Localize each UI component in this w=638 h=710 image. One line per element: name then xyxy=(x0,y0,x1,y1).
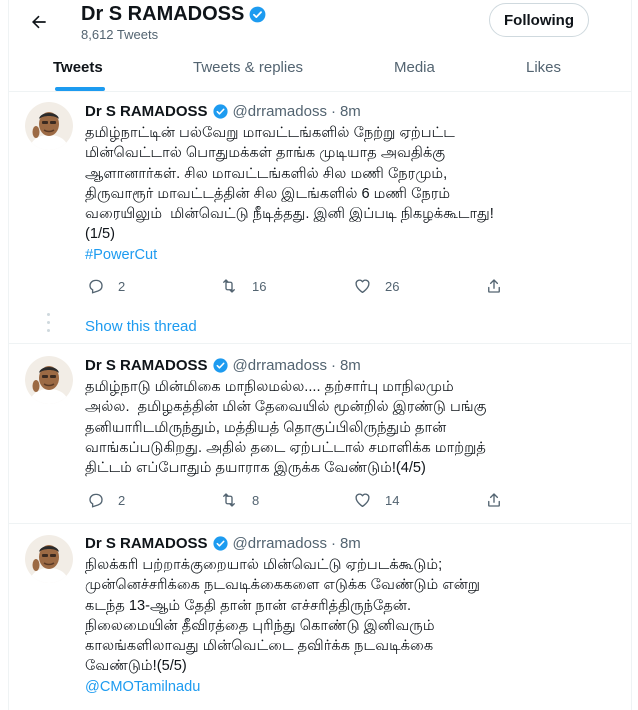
profile-tabs: Tweets Tweets & replies Media Likes xyxy=(9,44,631,92)
avatar-image xyxy=(25,356,73,404)
tweet-text: தமிழ்நாடு மின்மிகை மாநிலமல்ல.... தற்சார்… xyxy=(85,379,487,477)
retweet-count: 16 xyxy=(252,278,267,294)
like-button[interactable]: 26 xyxy=(353,277,399,295)
verified-badge-icon xyxy=(249,6,266,23)
avatar[interactable] xyxy=(25,102,73,150)
verified-badge-icon xyxy=(212,104,228,119)
thread-dots xyxy=(47,313,51,337)
reply-button[interactable]: 2 xyxy=(87,277,125,295)
avatar-image xyxy=(25,102,73,150)
avatar[interactable] xyxy=(25,535,73,583)
heart-icon xyxy=(355,279,370,294)
profile-header: Dr S RAMADOSS 8,612 Tweets Following xyxy=(9,0,631,48)
retweet-icon xyxy=(223,493,235,507)
hashtag-link[interactable]: #PowerCut xyxy=(85,245,620,265)
separator-dot: · xyxy=(330,357,336,374)
tweet-actions: 2 16 26 xyxy=(85,277,525,299)
tab-tweets-replies[interactable]: Tweets & replies xyxy=(193,44,303,90)
active-tab-indicator xyxy=(55,87,105,91)
heart-icon xyxy=(355,493,370,508)
tab-tweets[interactable]: Tweets xyxy=(53,44,103,90)
avatar-image xyxy=(25,535,73,583)
share-button[interactable] xyxy=(485,277,503,295)
share-button[interactable] xyxy=(485,491,503,509)
author-name[interactable]: Dr S RAMADOSS xyxy=(85,103,208,120)
timestamp[interactable]: 8m xyxy=(340,535,361,552)
author-handle[interactable]: @drramadoss xyxy=(233,103,327,120)
following-button[interactable]: Following xyxy=(489,3,589,37)
mention-link[interactable]: @CMOTamilnadu xyxy=(85,677,620,697)
separator-dot: · xyxy=(330,535,336,552)
author-handle[interactable]: @drramadoss xyxy=(233,535,327,552)
tweet-count: 8,612 Tweets xyxy=(81,27,159,42)
verified-badge-icon xyxy=(212,358,228,373)
back-button[interactable] xyxy=(23,8,55,36)
verified-badge-icon xyxy=(212,536,228,551)
like-count: 26 xyxy=(385,278,400,294)
timeline-column: Dr S RAMADOSS 8,612 Tweets Following Twe… xyxy=(8,0,632,710)
timestamp[interactable]: 8m xyxy=(340,357,361,374)
reply-icon xyxy=(89,279,103,294)
reply-count: 2 xyxy=(118,278,126,294)
share-icon xyxy=(488,493,500,507)
divider xyxy=(9,523,631,524)
reply-count: 2 xyxy=(118,492,126,508)
separator-dot: · xyxy=(330,103,336,120)
share-icon xyxy=(488,279,500,293)
retweet-button[interactable]: 8 xyxy=(219,491,259,509)
tweet-header: Dr S RAMADOSS @drramadoss · 8m xyxy=(85,357,361,374)
tab-likes[interactable]: Likes xyxy=(526,44,561,90)
tweet-actions: 2 8 14 xyxy=(85,491,525,513)
like-count: 14 xyxy=(385,492,400,508)
profile-name-row: Dr S RAMADOSS xyxy=(81,3,267,26)
reply-icon xyxy=(89,493,103,508)
tweet-text: நிலக்கரி பற்றாக்குறையால் மின்வெட்டு ஏற்ப… xyxy=(85,557,481,675)
tweet-text: தமிழ்நாட்டின் பல்வேறு மாவட்டங்களில் நேற்… xyxy=(85,125,494,243)
show-thread-link[interactable]: Show this thread xyxy=(85,318,197,335)
divider xyxy=(9,343,631,344)
thread-connector-spacer xyxy=(48,150,50,330)
arrow-left-icon xyxy=(32,15,46,29)
timestamp[interactable]: 8m xyxy=(340,103,361,120)
retweet-button[interactable]: 16 xyxy=(219,277,266,295)
tweet-header: Dr S RAMADOSS @drramadoss · 8m xyxy=(85,535,361,552)
retweet-icon xyxy=(223,279,235,293)
like-button[interactable]: 14 xyxy=(353,491,399,509)
profile-name: Dr S RAMADOSS xyxy=(81,3,245,25)
author-name[interactable]: Dr S RAMADOSS xyxy=(85,535,208,552)
reply-button[interactable]: 2 xyxy=(87,491,125,509)
author-name[interactable]: Dr S RAMADOSS xyxy=(85,357,208,374)
avatar[interactable] xyxy=(25,356,73,404)
retweet-count: 8 xyxy=(252,492,260,508)
tab-media[interactable]: Media xyxy=(394,44,435,90)
author-handle[interactable]: @drramadoss xyxy=(233,357,327,374)
tweet-header: Dr S RAMADOSS @drramadoss · 8m xyxy=(85,103,361,120)
